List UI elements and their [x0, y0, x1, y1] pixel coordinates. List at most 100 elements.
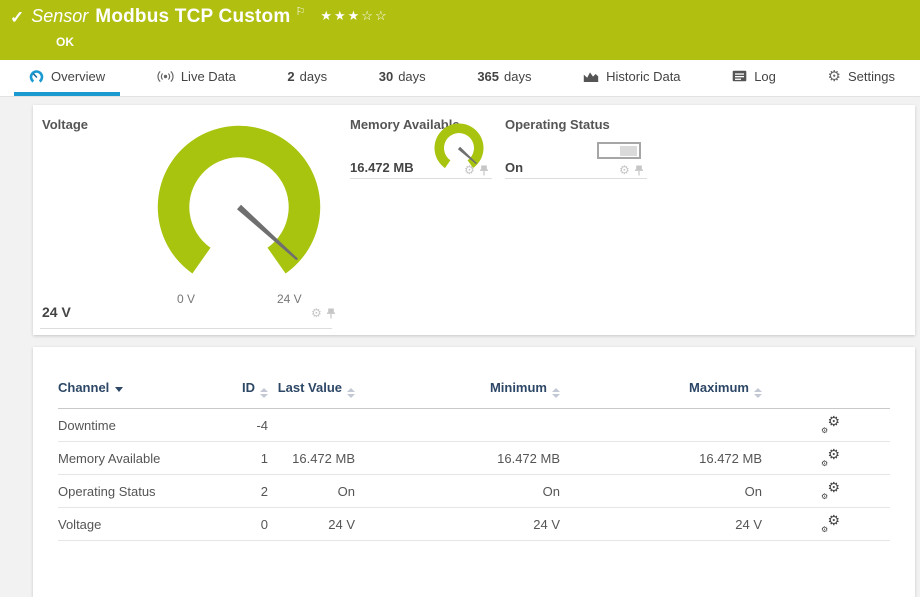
- channel-id-cell: -4: [218, 409, 268, 442]
- column-header-channel[interactable]: Channel: [58, 373, 218, 409]
- channel-last-value-cell: 24 V: [268, 508, 355, 541]
- divider: [350, 178, 492, 179]
- pin-icon[interactable]: [326, 308, 336, 319]
- channel-maximum-cell: On: [560, 475, 762, 508]
- tab-live-data[interactable]: Live Data: [142, 60, 251, 96]
- sort-icon: [347, 388, 355, 398]
- channel-name-cell[interactable]: Memory Available: [58, 442, 218, 475]
- voltage-gauge: [153, 121, 325, 293]
- channel-settings-icon[interactable]: ⚙⚙: [822, 515, 840, 531]
- channel-row: Operating Status 2 On On On ⚙⚙: [58, 475, 890, 508]
- voltage-scale-max: 24 V: [277, 292, 302, 306]
- sort-desc-icon: [115, 387, 123, 392]
- sort-icon: [260, 388, 268, 398]
- channel-table: Channel ID Last Value Minimum Maximum: [58, 373, 890, 541]
- tab-label: Overview: [51, 69, 105, 84]
- tab-label: days: [504, 69, 531, 84]
- memory-block-actions: ⚙: [464, 164, 489, 176]
- operating-status-title: Operating Status: [505, 117, 610, 132]
- channel-settings-icon[interactable]: ⚙⚙: [822, 449, 840, 465]
- tab-365-days[interactable]: 365 days: [462, 60, 546, 96]
- priority-stars[interactable]: ★★★☆☆: [320, 8, 388, 24]
- gear-icon[interactable]: ⚙: [619, 164, 630, 176]
- memory-value: 16.472 MB: [350, 160, 414, 175]
- voltage-block-actions: ⚙: [311, 307, 336, 319]
- gear-icon[interactable]: ⚙: [311, 307, 322, 319]
- channel-id-cell: 1: [218, 442, 268, 475]
- gauges-panel: Voltage 0 V 24 V 24 V ⚙ Memory Available…: [33, 105, 915, 335]
- tab-settings[interactable]: ⚙ Settings: [813, 60, 910, 96]
- column-header-last-value[interactable]: Last Value: [268, 373, 355, 409]
- channel-actions-cell: ⚙⚙: [762, 475, 890, 508]
- channel-name-cell[interactable]: Voltage: [58, 508, 218, 541]
- channel-maximum-cell: 16.472 MB: [560, 442, 762, 475]
- voltage-gauge-title: Voltage: [42, 117, 88, 132]
- divider: [40, 328, 332, 329]
- channel-minimum-cell: 16.472 MB: [355, 442, 560, 475]
- channel-minimum-cell: On: [355, 475, 560, 508]
- channel-name-cell[interactable]: Operating Status: [58, 475, 218, 508]
- tab-bar: Overview Live Data 2 days 30 days 365 da…: [0, 60, 920, 97]
- channel-actions-cell: ⚙⚙: [762, 442, 890, 475]
- channel-row: Memory Available 1 16.472 MB 16.472 MB 1…: [58, 442, 890, 475]
- channel-settings-icon[interactable]: ⚙⚙: [822, 416, 840, 432]
- channel-minimum-cell: [355, 409, 560, 442]
- column-header-maximum[interactable]: Maximum: [560, 373, 762, 409]
- channel-row: Voltage 0 24 V 24 V 24 V ⚙⚙: [58, 508, 890, 541]
- channel-id-cell: 2: [218, 475, 268, 508]
- channel-last-value-cell: 16.472 MB: [268, 442, 355, 475]
- column-header-actions: [762, 373, 890, 409]
- flag-icon[interactable]: ⚐: [295, 5, 305, 18]
- channel-last-value-cell: [268, 409, 355, 442]
- tab-label: days: [300, 69, 327, 84]
- live-data-icon: [157, 70, 174, 83]
- divider: [505, 178, 647, 179]
- tab-label: Log: [754, 69, 776, 84]
- sensor-title: Modbus TCP Custom: [95, 6, 290, 28]
- gear-icon: ⚙: [828, 69, 841, 84]
- tab-30-days[interactable]: 30 days: [364, 60, 441, 96]
- sensor-title-line: ✓ Sensor Modbus TCP Custom ⚐ ★★★☆☆: [10, 6, 389, 28]
- tab-label: days: [398, 69, 425, 84]
- tab-2-days[interactable]: 2 days: [272, 60, 342, 96]
- channel-table-body: Downtime -4 ⚙⚙ Memory Available 1 16.472…: [58, 409, 890, 541]
- sort-icon: [754, 388, 762, 398]
- channel-minimum-cell: 24 V: [355, 508, 560, 541]
- tab-log[interactable]: Log: [717, 60, 791, 96]
- channel-actions-cell: ⚙⚙: [762, 508, 890, 541]
- ok-check-icon: ✓: [10, 8, 24, 28]
- tab-label: Settings: [848, 69, 895, 84]
- pin-icon[interactable]: [634, 165, 644, 176]
- channel-settings-icon[interactable]: ⚙⚙: [822, 482, 840, 498]
- gauge-icon: [29, 69, 44, 84]
- operating-status-value: On: [505, 160, 523, 175]
- gear-icon[interactable]: ⚙: [464, 164, 475, 176]
- pin-icon[interactable]: [479, 165, 489, 176]
- tab-number: 2: [287, 69, 294, 84]
- column-header-minimum[interactable]: Minimum: [355, 373, 560, 409]
- operating-block-actions: ⚙: [619, 164, 644, 176]
- object-kind-label: Sensor: [31, 6, 88, 27]
- column-header-id[interactable]: ID: [218, 373, 268, 409]
- channel-id-cell: 0: [218, 508, 268, 541]
- log-icon: [732, 70, 747, 82]
- tab-number: 365: [477, 69, 499, 84]
- tab-label: Historic Data: [606, 69, 680, 84]
- tab-overview[interactable]: Overview: [14, 60, 120, 96]
- channel-name-cell[interactable]: Downtime: [58, 409, 218, 442]
- channels-panel: Channel ID Last Value Minimum Maximum: [33, 347, 915, 597]
- tab-number: 30: [379, 69, 393, 84]
- channel-actions-cell: ⚙⚙: [762, 409, 890, 442]
- tab-label: Live Data: [181, 69, 236, 84]
- status-badge: OK: [56, 35, 74, 49]
- channel-maximum-cell: [560, 409, 762, 442]
- sensor-status-header: ✓ Sensor Modbus TCP Custom ⚐ ★★★☆☆ OK: [0, 0, 920, 60]
- channel-row: Downtime -4 ⚙⚙: [58, 409, 890, 442]
- toggle-knob: [620, 146, 637, 156]
- channel-maximum-cell: 24 V: [560, 508, 762, 541]
- toggle-switch-icon: [597, 142, 641, 159]
- tab-historic-data[interactable]: Historic Data: [568, 60, 695, 96]
- historic-data-icon: [583, 70, 599, 83]
- channel-last-value-cell: On: [268, 475, 355, 508]
- voltage-scale-min: 0 V: [177, 292, 195, 306]
